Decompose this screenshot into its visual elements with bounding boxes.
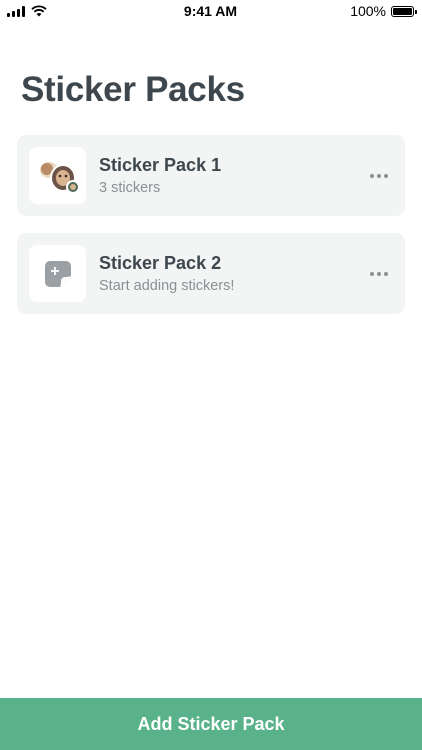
pack-name: Sticker Pack 1 xyxy=(99,155,222,175)
status-bar: 9:41 AM 100% xyxy=(0,0,422,22)
more-horizontal-icon xyxy=(370,271,388,276)
add-sticker-pack-button[interactable]: Add Sticker Pack xyxy=(0,698,422,750)
more-options-button[interactable] xyxy=(364,259,394,289)
battery-icon xyxy=(391,5,417,17)
pack-text: Sticker Pack 2 Start adding stickers! xyxy=(99,252,364,295)
wifi-icon xyxy=(31,5,47,17)
pack-subtitle: Start adding stickers! xyxy=(99,278,235,294)
sticker-packs-screen: 9:41 AM 100% Sticker Packs Sticker Pack … xyxy=(0,0,422,750)
pack-name: Sticker Pack 2 xyxy=(99,253,222,273)
battery-percentage: 100% xyxy=(350,3,386,19)
pack-list: Sticker Pack 1 3 stickers Sticker Pack 2… xyxy=(17,135,405,331)
pack-text: Sticker Pack 1 3 stickers xyxy=(99,154,364,197)
add-sticker-icon xyxy=(44,260,71,287)
more-options-button[interactable] xyxy=(364,161,394,191)
page-title: Sticker Packs xyxy=(21,70,245,109)
more-horizontal-icon xyxy=(370,173,388,178)
pack-card-2[interactable]: Sticker Pack 2 Start adding stickers! xyxy=(17,233,405,314)
status-time: 9:41 AM xyxy=(183,3,238,19)
signal-icon xyxy=(7,5,25,17)
pack-thumbnail xyxy=(29,245,86,302)
pack-thumbnail xyxy=(29,147,86,204)
status-right: 100% xyxy=(294,3,417,19)
status-left xyxy=(7,5,127,17)
sticker-collage-thumbnail xyxy=(37,159,80,194)
pack-card-1[interactable]: Sticker Pack 1 3 stickers xyxy=(17,135,405,216)
pack-subtitle: 3 stickers xyxy=(99,180,161,196)
